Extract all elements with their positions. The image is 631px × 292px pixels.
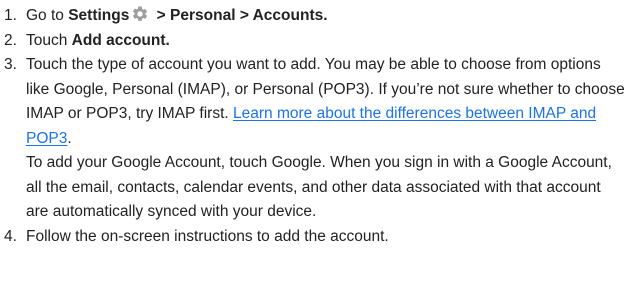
instruction-steps: 1. Go to Settings > Personal > Accounts.… xyxy=(0,0,631,249)
link-suffix: . xyxy=(67,129,72,147)
step-number: 1. xyxy=(4,7,17,24)
step-paragraph: Touch the type of account you want to ad… xyxy=(26,53,625,151)
step-2: 2. Touch Add account. xyxy=(4,29,631,54)
step-4: 4. Follow the on-screen instructions to … xyxy=(4,225,631,250)
step-text: Follow the on-screen instructions to add… xyxy=(26,227,389,245)
step-prefix: Go to xyxy=(26,7,69,24)
settings-path: > Personal > Accounts. xyxy=(152,7,328,24)
step-number: 3. xyxy=(4,56,17,73)
step-text: Touch Add account. xyxy=(26,29,631,54)
settings-label: Settings xyxy=(68,7,130,24)
step-text: Touch the type of account you want to ad… xyxy=(26,53,631,225)
add-account-label: Add account. xyxy=(71,31,170,49)
step-1: 1. Go to Settings > Personal > Accounts. xyxy=(4,4,631,29)
google-account-note: To add your Google Account, touch Google… xyxy=(26,154,612,220)
step-prefix: Touch xyxy=(26,31,72,49)
step-number: 2. xyxy=(4,31,17,49)
step-3: 3. Touch the type of account you want to… xyxy=(4,53,631,225)
step-text: Go to Settings > Personal > Accounts. xyxy=(26,4,631,29)
step-number: 4. xyxy=(4,227,17,245)
gear-icon xyxy=(131,5,149,23)
